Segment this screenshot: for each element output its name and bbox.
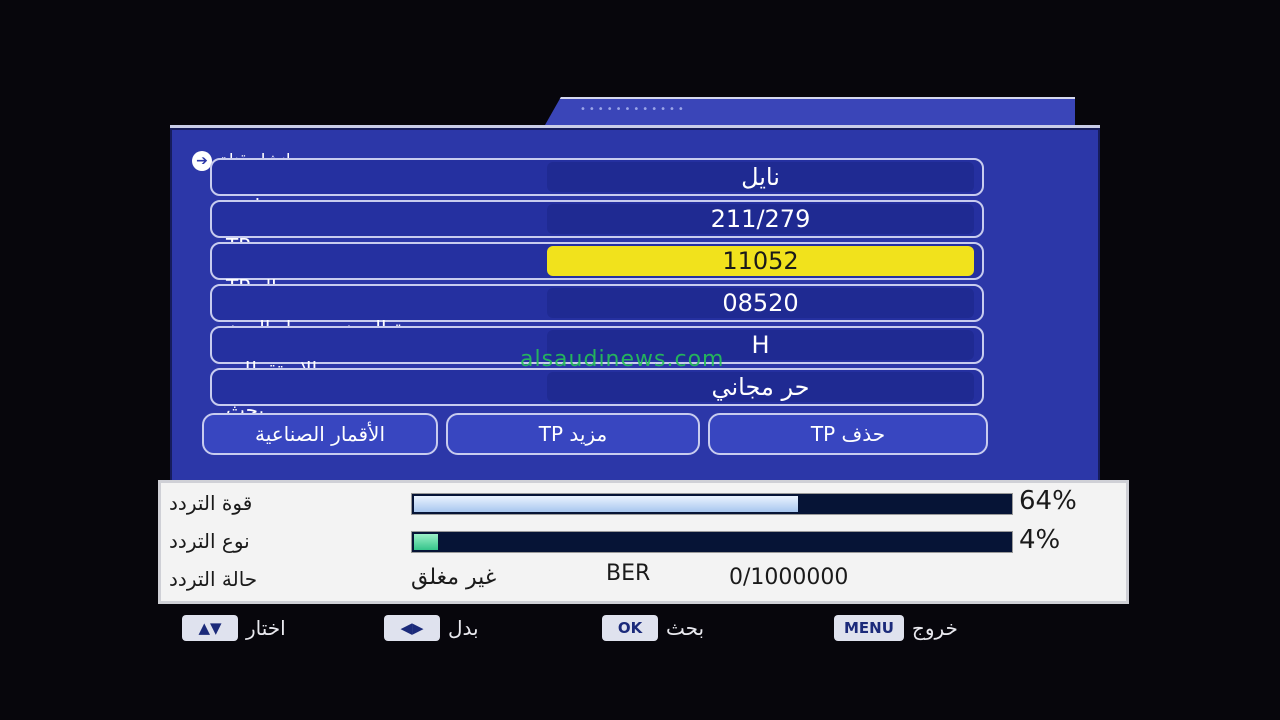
row-value-symbol-rate: 08520 — [547, 288, 974, 318]
signal-panel: قوة التردد 64% نوع التردد 4% حالة التردد… — [158, 480, 1129, 604]
tp-delete-button[interactable]: TP حذف — [708, 413, 988, 455]
strength-bar-fill — [414, 496, 798, 512]
legend-select: ▲▼ اختار — [182, 613, 286, 643]
ber-value: 0/1000000 — [729, 565, 849, 590]
quality-percent: 4% — [1019, 525, 1061, 555]
legend-select-label: اختار — [246, 616, 286, 640]
quality-bar-fill — [414, 534, 438, 550]
legend-search-label: بحث — [666, 616, 705, 640]
legend-change-label: بدل — [448, 616, 479, 640]
back-arrow-icon[interactable]: ➔ — [192, 151, 212, 171]
row-symbol-rate[interactable]: درجة الرمز - معدل الرمز 08520 — [210, 284, 984, 340]
strength-percent: 64% — [1019, 486, 1077, 516]
row-value-tp: 211/279 — [547, 204, 974, 234]
row-value-search: حر مجاني — [547, 372, 974, 402]
header-dots: •••••••••••• — [580, 104, 687, 115]
tv-screen: •••••••••••• ➔ انشاء قناة قمر صناعي نايل… — [150, 95, 1130, 605]
ok-key[interactable]: OK — [602, 615, 658, 641]
ber-label: BER — [606, 561, 651, 586]
strength-label: قوة التردد — [169, 491, 253, 515]
legend-change: ◀▶ بدل — [384, 613, 479, 643]
quality-bar — [411, 531, 1013, 553]
row-value-frequency: 11052 — [547, 246, 974, 276]
row-satellite[interactable]: قمر صناعي نايل — [210, 158, 984, 218]
lock-status: غير مغلق — [411, 565, 497, 590]
satellites-button[interactable]: الأقمار الصناعية — [202, 413, 438, 455]
tp-more-button[interactable]: TP مزيد — [446, 413, 700, 455]
strength-bar — [411, 493, 1013, 515]
legend-search: OK بحث — [602, 613, 704, 643]
legend-exit: MENU خروج — [834, 613, 958, 643]
legend-exit-label: خروج — [911, 616, 958, 640]
row-frequency[interactable]: تردد ال TP 11052 — [210, 242, 984, 299]
row-value-satellite: نايل — [547, 162, 974, 192]
row-tp[interactable]: TP 211/279 — [210, 200, 984, 258]
quality-label: نوع التردد — [169, 529, 250, 553]
status-label: حالة التردد — [169, 567, 258, 591]
up-down-key-icon[interactable]: ▲▼ — [182, 615, 238, 641]
menu-key[interactable]: MENU — [834, 615, 904, 641]
watermark: alsaudinews.com — [520, 347, 725, 372]
left-right-key-icon[interactable]: ◀▶ — [384, 615, 440, 641]
row-search[interactable]: بحث حر مجاني — [210, 368, 984, 422]
